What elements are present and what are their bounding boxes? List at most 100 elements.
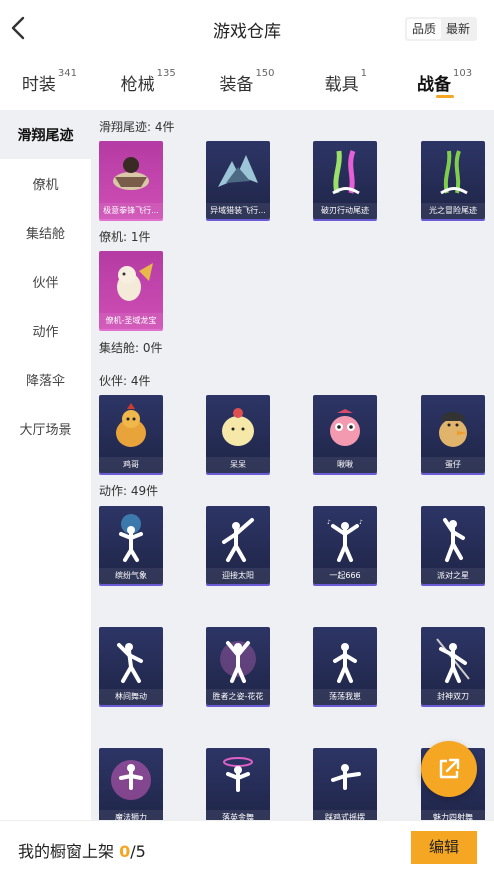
tab-underline xyxy=(435,95,454,98)
item-card[interactable]: 派对之星 xyxy=(421,506,485,584)
category-tabs: 时装341 枪械135 装备150 载具1 战备103 xyxy=(0,62,494,106)
section-title-trails: 滑翔尾迹: 4件 xyxy=(99,120,175,134)
item-name: 迎接太阳 xyxy=(206,568,270,584)
item-card[interactable]: 光之冒险尾迹 xyxy=(421,141,485,219)
item-card[interactable]: 极意拳锋飞行... xyxy=(99,141,163,219)
item-name: 啾啾 xyxy=(313,457,377,473)
item-image xyxy=(222,518,254,562)
item-image: ♪ ♪ xyxy=(327,519,363,562)
item-image xyxy=(331,764,361,790)
item-name: 落英金舞 xyxy=(206,810,270,820)
tab-fashion[interactable]: 时装341 xyxy=(0,62,99,106)
header: 游戏仓库 品质 最新 xyxy=(0,0,494,58)
tab-vehicles[interactable]: 载具1 xyxy=(296,62,395,106)
sidebar-item-wingman[interactable]: 僚机 xyxy=(0,159,91,208)
section-title-emote: 动作: 49件 xyxy=(99,484,159,498)
item-image xyxy=(111,760,151,800)
item-image xyxy=(436,638,470,683)
edit-button[interactable]: 编辑 xyxy=(411,831,477,864)
shelf-label: 我的橱窗上架 xyxy=(18,842,120,861)
svg-text:♪: ♪ xyxy=(327,519,331,526)
item-image xyxy=(332,150,360,195)
item-card[interactable]: 僚机-圣域龙宝 xyxy=(99,251,163,329)
item-name: 僚机-圣域龙宝 xyxy=(99,313,163,329)
sidebar-item-lobby-scene[interactable]: 大厅场景 xyxy=(0,404,91,453)
item-name: 异域猎装飞行... xyxy=(206,203,270,219)
item-image xyxy=(439,412,467,447)
item-card[interactable]: 封神双刀 xyxy=(421,627,485,705)
item-card[interactable]: 荡荡我崽 xyxy=(313,627,377,705)
item-card[interactable]: 落英金舞 xyxy=(206,748,270,820)
item-image xyxy=(119,514,143,562)
item-card[interactable]: 呆呆 xyxy=(206,395,270,473)
tab-guns[interactable]: 枪械135 xyxy=(99,62,198,106)
sidebar-item-emote[interactable]: 动作 xyxy=(0,306,91,355)
sort-latest-button[interactable]: 最新 xyxy=(441,19,475,39)
item-image xyxy=(333,643,357,683)
sort-toggle: 品质 最新 xyxy=(405,17,477,41)
item-card[interactable]: 啾啾 xyxy=(313,395,377,473)
item-image xyxy=(330,409,360,446)
bottom-bar: 我的橱窗上架 0/5 编辑 xyxy=(0,820,494,875)
item-card[interactable]: 缤纷气象 xyxy=(99,506,163,584)
section-title-pod: 集结舱: 0件 xyxy=(99,341,163,355)
tab-equipment[interactable]: 装备150 xyxy=(198,62,297,106)
item-name: 魅力四射舞 xyxy=(421,810,485,820)
item-card[interactable]: 鸡哥 xyxy=(99,395,163,473)
item-image xyxy=(440,150,468,195)
item-name: 鸡哥 xyxy=(99,457,163,473)
item-name: 胜者之姿-花花 xyxy=(206,689,270,705)
item-name: 呆呆 xyxy=(206,457,270,473)
item-name: 封神双刀 xyxy=(421,689,485,705)
item-card[interactable]: 破刃行动尾迹 xyxy=(313,141,377,219)
item-name: 光之冒险尾迹 xyxy=(421,203,485,219)
tab-count: 341 xyxy=(57,68,77,79)
tab-count: 103 xyxy=(453,68,473,79)
item-name: 林间舞动 xyxy=(99,689,163,705)
item-name: 缤纷气象 xyxy=(99,568,163,584)
shelf-total: /5 xyxy=(130,842,146,861)
item-image xyxy=(443,518,465,562)
share-button[interactable] xyxy=(421,741,477,797)
item-card[interactable]: ♪ ♪ 一起666 xyxy=(313,506,377,584)
item-name: 破刃行动尾迹 xyxy=(313,203,377,219)
item-card[interactable]: 魔法狮力 xyxy=(99,748,163,820)
item-image xyxy=(220,641,256,683)
section-title-wingman: 僚机: 1件 xyxy=(99,230,151,244)
item-card[interactable]: 林间舞动 xyxy=(99,627,163,705)
tab-count: 150 xyxy=(255,68,275,79)
item-image xyxy=(223,757,253,792)
warehouse-page: 游戏仓库 品质 最新 时装341 枪械135 装备150 载具1 战备103 滑… xyxy=(0,0,494,875)
item-card[interactable]: 迎接太阳 xyxy=(206,506,270,584)
item-image xyxy=(222,408,254,446)
tab-combat-gear[interactable]: 战备103 xyxy=(395,62,494,106)
item-name: 极意拳锋飞行... xyxy=(99,203,163,219)
item-name: 一起666 xyxy=(313,568,377,584)
item-card[interactable]: 胜者之姿-花花 xyxy=(206,627,270,705)
tab-count: 1 xyxy=(360,68,367,79)
item-name: 蛋仔 xyxy=(421,457,485,473)
sidebar-item-pod[interactable]: 集结舱 xyxy=(0,208,91,257)
sidebar-item-partner[interactable]: 伙伴 xyxy=(0,257,91,306)
item-name: 魔法狮力 xyxy=(99,810,163,820)
tab-label: 战备 xyxy=(417,75,452,95)
item-image xyxy=(117,263,153,301)
section-title-partner: 伙伴: 4件 xyxy=(99,374,151,388)
sidebar-item-trails[interactable]: 滑翔尾迹 xyxy=(0,110,91,159)
item-card[interactable]: 蛋仔 xyxy=(421,395,485,473)
svg-text:♪: ♪ xyxy=(359,519,363,526)
item-image xyxy=(113,157,149,190)
sidebar-item-parachute[interactable]: 降落伞 xyxy=(0,355,91,404)
sidebar: 滑翔尾迹 僚机 集结舱 伙伴 动作 降落伞 大厅场景 xyxy=(0,110,91,820)
tab-label: 载具 xyxy=(324,75,359,95)
item-card[interactable]: 异域猎装飞行... xyxy=(206,141,270,219)
sort-quality-button[interactable]: 品质 xyxy=(407,19,441,39)
item-card[interactable]: 踩鸡式摇摆 xyxy=(313,748,377,820)
item-image xyxy=(116,403,146,447)
share-icon xyxy=(439,758,460,779)
tab-count: 135 xyxy=(156,68,176,79)
tab-label: 时装 xyxy=(21,75,56,95)
item-image xyxy=(117,643,143,683)
shelf-status: 我的橱窗上架 0/5 xyxy=(18,838,146,862)
tab-label: 枪械 xyxy=(120,75,155,95)
